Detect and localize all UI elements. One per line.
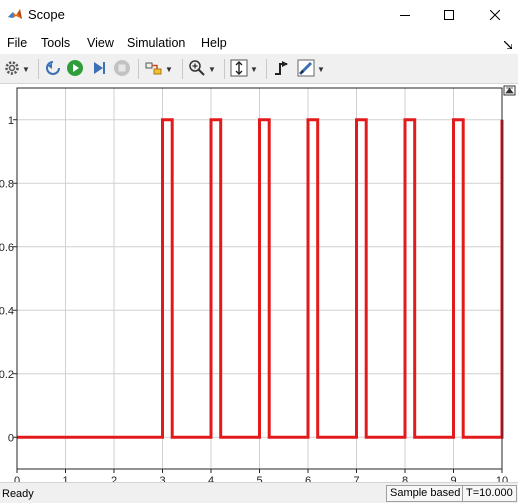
x-tick-label: 0 [14, 475, 20, 482]
y-tick-label: 1 [8, 115, 14, 127]
x-tick-label: 3 [159, 475, 165, 482]
chevron-down-icon: ▼ [208, 64, 216, 74]
y-tick-label: 0 [8, 432, 14, 444]
stop-icon [113, 59, 131, 80]
scale-axes-button[interactable]: ▼ [230, 58, 258, 80]
zoom-button[interactable]: ▼ [188, 58, 216, 80]
chevron-down-icon: ▼ [317, 64, 325, 74]
x-tick-label: 9 [450, 475, 456, 482]
close-icon [490, 10, 500, 20]
x-tick-label: 8 [402, 475, 408, 482]
toolbar-divider [224, 59, 225, 79]
minimize-icon [400, 10, 410, 20]
toolbar-divider [266, 59, 267, 79]
x-tick-label: 4 [208, 475, 214, 482]
maximize-icon [444, 10, 454, 20]
toolbar-divider [38, 59, 39, 79]
run-icon [66, 59, 84, 80]
step-back-button[interactable] [44, 58, 62, 80]
menu-help[interactable]: Help [201, 36, 227, 50]
measurements-button[interactable]: ▼ [297, 58, 325, 80]
x-tick-label: 10 [496, 475, 508, 482]
x-tick-label: 7 [353, 475, 359, 482]
matlab-logo-icon [7, 7, 23, 23]
sample-mode-indicator: Sample based [386, 485, 465, 502]
chevron-down-icon: ▼ [165, 64, 173, 74]
window-title: Scope [28, 7, 65, 22]
chevron-down-icon: ▼ [22, 64, 30, 74]
triggers-icon [273, 59, 291, 80]
toolbar: ▼ ▼ ▼ ▼ ▼ [0, 54, 518, 84]
measurements-icon [297, 59, 315, 80]
y-tick-label: 0.8 [0, 178, 14, 190]
simulation-time: T=10.000 [462, 485, 517, 502]
scale-axes-icon [230, 59, 248, 80]
y-tick-label: 0.4 [0, 305, 14, 317]
x-tick-label: 1 [62, 475, 68, 482]
highlight-signal-button[interactable]: ▼ [145, 58, 173, 80]
x-tick-label: 5 [256, 475, 262, 482]
scope-plot[interactable]: 0 1 2 3 4 5 6 7 8 9 10 0 0.2 0.4 0.6 0.8 1 [0, 84, 518, 482]
undock-axes-icon[interactable] [503, 85, 516, 96]
close-button[interactable] [472, 0, 518, 30]
step-forward-icon [90, 59, 108, 80]
toolbar-divider [138, 59, 139, 79]
dock-arrow-icon[interactable] [503, 38, 513, 50]
gear-icon [4, 60, 20, 79]
x-tick-label: 6 [305, 475, 311, 482]
toolbar-divider [182, 59, 183, 79]
settings-button[interactable]: ▼ [4, 58, 30, 80]
status-bar: Ready Sample based T=10.000 [0, 482, 518, 503]
menu-tools[interactable]: Tools [41, 36, 70, 50]
maximize-button[interactable] [426, 0, 472, 30]
zoom-in-icon [188, 59, 206, 80]
title-bar: Scope [0, 0, 518, 30]
scope-display[interactable]: 0 1 2 3 4 5 6 7 8 9 10 0 0.2 0.4 0.6 0.8 1 [0, 84, 518, 482]
run-button[interactable] [66, 58, 84, 80]
x-tick-label: 2 [111, 475, 117, 482]
step-back-icon [44, 59, 62, 80]
menu-bar: File Tools View Simulation Help [0, 30, 518, 54]
menu-file[interactable]: File [7, 36, 27, 50]
stop-button [113, 58, 131, 80]
chevron-down-icon: ▼ [250, 64, 258, 74]
y-tick-label: 0.6 [0, 242, 14, 254]
step-forward-button[interactable] [90, 58, 108, 80]
menu-view[interactable]: View [87, 36, 114, 50]
status-text: Ready [2, 488, 34, 500]
minimize-button[interactable] [382, 0, 428, 30]
highlight-signal-icon [145, 59, 163, 80]
y-tick-label: 0.2 [0, 369, 14, 381]
menu-simulation[interactable]: Simulation [127, 36, 185, 50]
triggers-button[interactable] [273, 58, 291, 80]
